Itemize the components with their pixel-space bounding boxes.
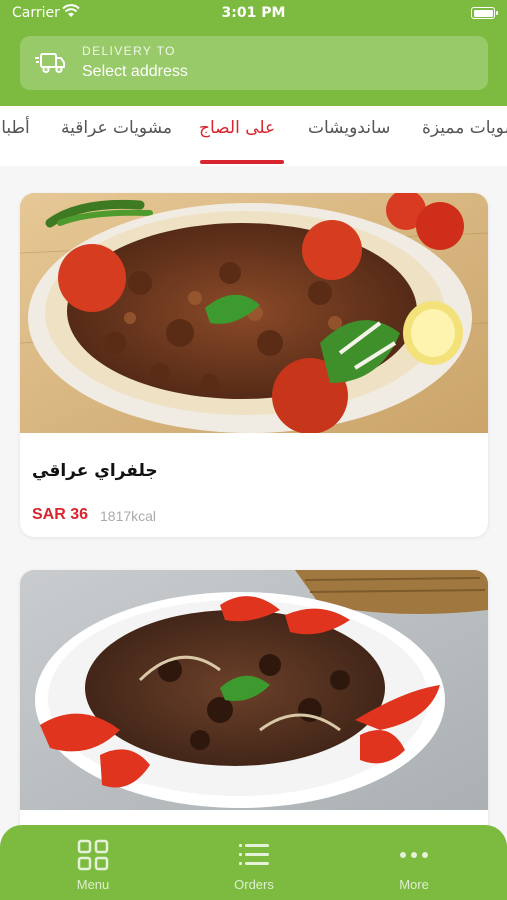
address-value: Select address bbox=[82, 63, 188, 80]
nav-orders[interactable]: Orders bbox=[204, 839, 304, 892]
dish-calories: 1817kcal bbox=[100, 508, 157, 524]
nav-more[interactable]: More bbox=[364, 839, 464, 892]
nav-orders-label: Orders bbox=[234, 877, 274, 892]
nav-more-label: More bbox=[399, 877, 429, 892]
tab-category-4[interactable]: ساندويشات bbox=[308, 118, 390, 138]
tab-category-3[interactable]: على الصاج bbox=[199, 118, 275, 138]
dish-price: SAR 36 bbox=[32, 506, 89, 523]
status-bar: Carrier 3:01 PM bbox=[0, 0, 507, 28]
dish-name: جلفراي عراقي bbox=[32, 461, 158, 481]
dish-photo bbox=[20, 570, 488, 810]
dish-photo bbox=[20, 193, 488, 433]
header: DELIVERY TO Select address bbox=[0, 28, 507, 106]
delivery-address-selector[interactable]: DELIVERY TO Select address bbox=[20, 36, 488, 90]
battery-icon bbox=[471, 7, 498, 19]
nav-menu[interactable]: Menu bbox=[43, 839, 143, 892]
menu-item-card[interactable] bbox=[20, 570, 488, 860]
bottom-navigation: Menu Orders More bbox=[0, 825, 507, 900]
clock: 3:01 PM bbox=[221, 5, 286, 21]
tab-category-5[interactable]: مشويات مميزة bbox=[422, 118, 507, 138]
more-icon bbox=[400, 852, 428, 858]
category-tabs: أطباق مشويات عراقية على الصاج ساندويشات … bbox=[0, 106, 507, 166]
menu-item-card[interactable]: جلفراي عراقي SAR 36 1817kcal bbox=[20, 193, 488, 537]
tab-category-1[interactable]: أطباق bbox=[0, 118, 30, 138]
delivery-label: DELIVERY TO bbox=[82, 44, 176, 58]
list-icon bbox=[239, 844, 269, 865]
truck-icon bbox=[35, 53, 65, 74]
grid-icon bbox=[77, 839, 109, 871]
active-tab-indicator bbox=[200, 160, 284, 164]
tab-category-2[interactable]: مشويات عراقية bbox=[61, 118, 172, 138]
nav-menu-label: Menu bbox=[76, 877, 110, 892]
